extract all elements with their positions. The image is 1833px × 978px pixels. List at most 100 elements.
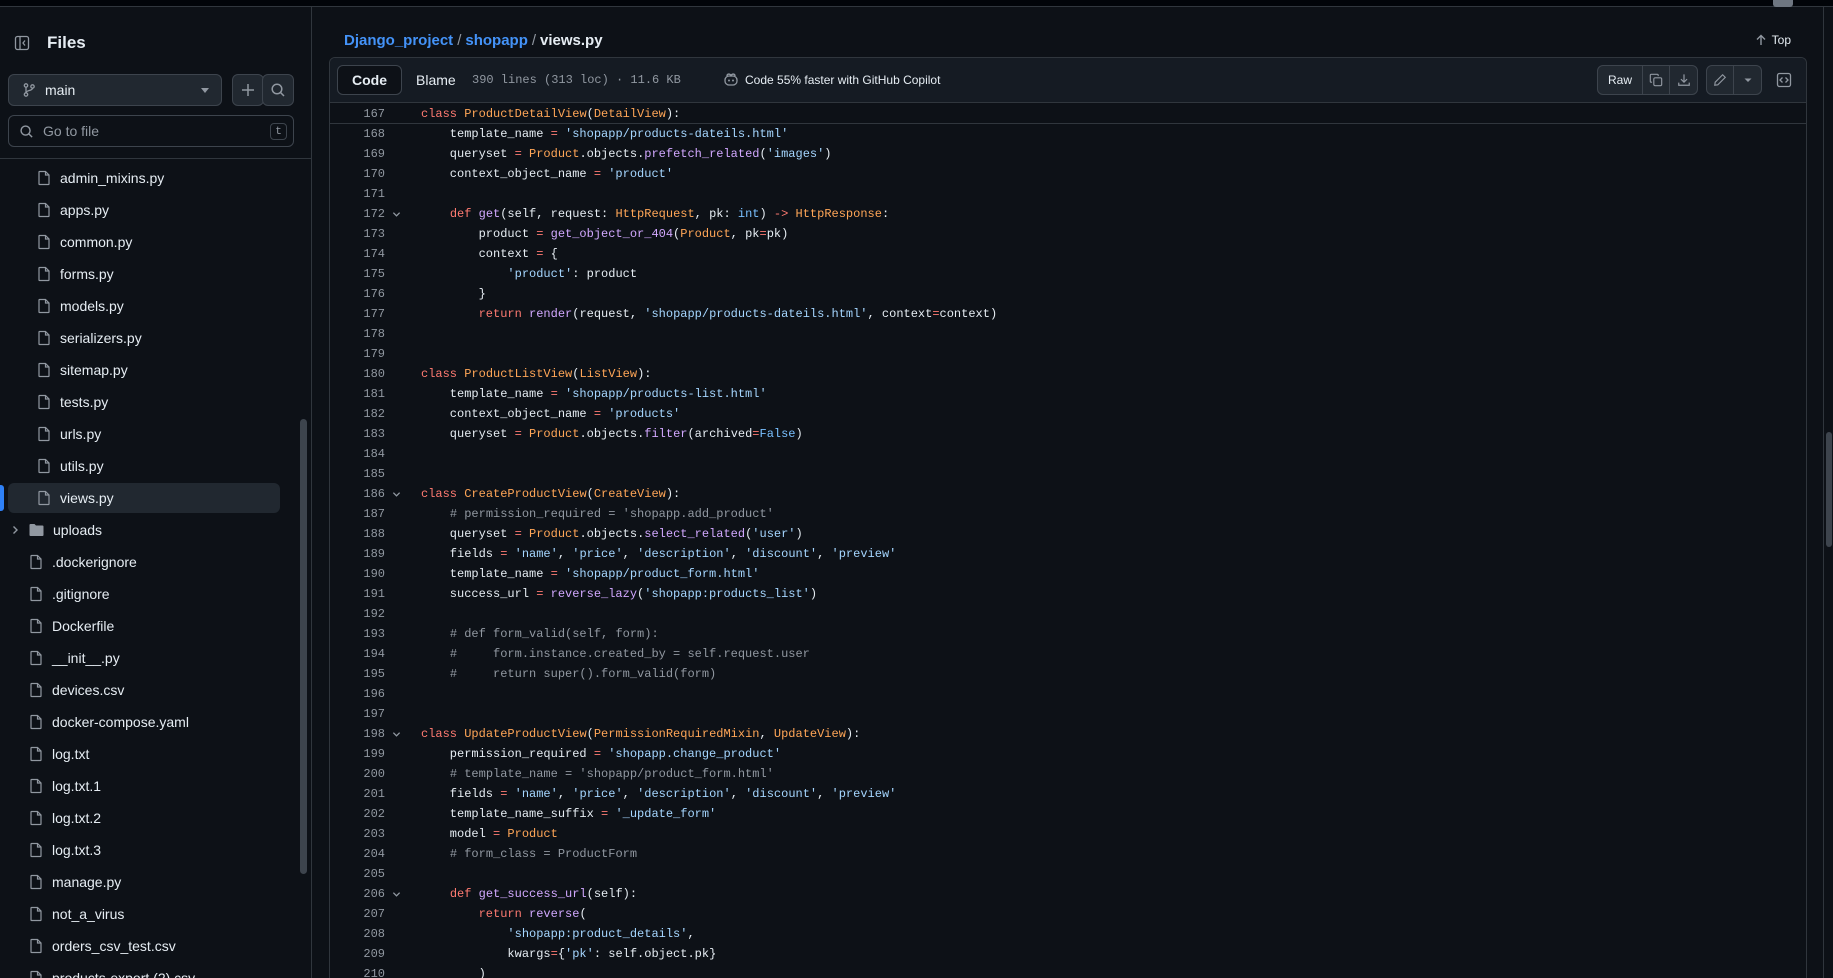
- line-number[interactable]: 204: [330, 844, 385, 864]
- copy-raw-button[interactable]: [1643, 66, 1670, 94]
- sidebar-scrollbar-thumb[interactable]: [300, 419, 307, 874]
- line-number[interactable]: 177: [330, 304, 385, 324]
- breadcrumb-dir-link[interactable]: shopapp: [465, 32, 528, 49]
- line-number[interactable]: 195: [330, 664, 385, 684]
- line-number[interactable]: 196: [330, 684, 385, 704]
- tree-file[interactable]: docker-compose.yaml: [8, 707, 280, 737]
- line-number[interactable]: 167: [330, 104, 385, 124]
- edit-more-button[interactable]: [1734, 66, 1761, 94]
- add-file-button[interactable]: [232, 74, 264, 106]
- line-number[interactable]: 184: [330, 444, 385, 464]
- line-number[interactable]: 181: [330, 384, 385, 404]
- line-number[interactable]: 172: [330, 204, 385, 224]
- line-number[interactable]: 173: [330, 224, 385, 244]
- line-number[interactable]: 203: [330, 824, 385, 844]
- tree-file[interactable]: orders_csv_test.csv: [8, 931, 280, 961]
- tree-file[interactable]: .dockerignore: [8, 547, 280, 577]
- tree-file[interactable]: log.txt.2: [8, 803, 280, 833]
- line-number[interactable]: 197: [330, 704, 385, 724]
- line-number[interactable]: 175: [330, 264, 385, 284]
- line-number[interactable]: 201: [330, 784, 385, 804]
- tree-file[interactable]: models.py: [8, 291, 280, 321]
- tree-file[interactable]: views.py: [8, 483, 280, 513]
- line-number[interactable]: 189: [330, 544, 385, 564]
- line-number[interactable]: 208: [330, 924, 385, 944]
- tree-file[interactable]: apps.py: [8, 195, 280, 225]
- line-number[interactable]: 180: [330, 364, 385, 384]
- line-number[interactable]: 193: [330, 624, 385, 644]
- line-number[interactable]: 176: [330, 284, 385, 304]
- line-number[interactable]: 183: [330, 424, 385, 444]
- line-number[interactable]: 170: [330, 164, 385, 184]
- line-number[interactable]: 174: [330, 244, 385, 264]
- line-number[interactable]: 206: [330, 884, 385, 904]
- line-number[interactable]: 182: [330, 404, 385, 424]
- tree-file[interactable]: manage.py: [8, 867, 280, 897]
- tree-file[interactable]: log.txt.1: [8, 771, 280, 801]
- tree-file[interactable]: Dockerfile: [8, 611, 280, 641]
- blame-tab[interactable]: Blame: [402, 65, 470, 95]
- line-number[interactable]: 205: [330, 864, 385, 884]
- page-scrollbar-thumb[interactable]: [1826, 432, 1832, 547]
- line-number[interactable]: 185: [330, 464, 385, 484]
- branch-selector[interactable]: main: [8, 74, 222, 106]
- line-number[interactable]: 191: [330, 584, 385, 604]
- tree-file[interactable]: urls.py: [8, 419, 280, 449]
- line-number[interactable]: 168: [330, 124, 385, 144]
- tree-file[interactable]: sitemap.py: [8, 355, 280, 385]
- code-line: 184: [330, 444, 1806, 464]
- page-scrollbar[interactable]: [1823, 7, 1833, 978]
- edit-file-button[interactable]: [1707, 66, 1734, 94]
- code-text: # permission_required = 'shopapp.add_pro…: [449, 507, 774, 521]
- line-number[interactable]: 199: [330, 744, 385, 764]
- tree-file[interactable]: .gitignore: [8, 579, 280, 609]
- line-number[interactable]: 186: [330, 484, 385, 504]
- tree-file[interactable]: __init__.py: [8, 643, 280, 673]
- tree-file[interactable]: admin_mixins.py: [8, 163, 280, 193]
- tree-file[interactable]: tests.py: [8, 387, 280, 417]
- go-to-file-input[interactable]: Go to file t: [8, 115, 294, 147]
- line-number[interactable]: 192: [330, 604, 385, 624]
- line-number[interactable]: 178: [330, 324, 385, 344]
- code-line: 190 template_name = 'shopapp/product_for…: [330, 564, 1806, 584]
- tree-folder[interactable]: uploads: [8, 515, 280, 545]
- line-number[interactable]: 171: [330, 184, 385, 204]
- tree-file[interactable]: common.py: [8, 227, 280, 257]
- line-number[interactable]: 207: [330, 904, 385, 924]
- copilot-promo[interactable]: Code 55% faster with GitHub Copilot: [723, 72, 940, 88]
- line-number[interactable]: 190: [330, 564, 385, 584]
- line-number[interactable]: 187: [330, 504, 385, 524]
- line-number[interactable]: 169: [330, 144, 385, 164]
- line-number[interactable]: 194: [330, 644, 385, 664]
- symbols-panel-button[interactable]: [1770, 65, 1798, 95]
- tree-file[interactable]: log.txt.3: [8, 835, 280, 865]
- breadcrumb-repo-link[interactable]: Django_project: [344, 32, 453, 49]
- line-number[interactable]: 202: [330, 804, 385, 824]
- top-button[interactable]: Top: [1755, 33, 1791, 47]
- download-button[interactable]: [1670, 66, 1697, 94]
- fold-chevron-icon[interactable]: [392, 210, 401, 219]
- file-icon: [30, 906, 42, 922]
- raw-button[interactable]: Raw: [1598, 66, 1643, 94]
- line-number[interactable]: 209: [330, 944, 385, 964]
- tree-file[interactable]: serializers.py: [8, 323, 280, 353]
- search-code-button[interactable]: [262, 74, 294, 106]
- tree-file[interactable]: forms.py: [8, 259, 280, 289]
- line-number[interactable]: 179: [330, 344, 385, 364]
- fold-chevron-icon[interactable]: [392, 490, 401, 499]
- line-number[interactable]: 200: [330, 764, 385, 784]
- chevron-right-icon[interactable]: [10, 525, 20, 535]
- tree-file[interactable]: not_a_virus: [8, 899, 280, 929]
- line-number[interactable]: 198: [330, 724, 385, 744]
- fold-chevron-icon[interactable]: [392, 890, 401, 899]
- line-number[interactable]: 188: [330, 524, 385, 544]
- collapse-sidebar-button[interactable]: [9, 30, 35, 56]
- tree-file[interactable]: products-export (2).csv: [8, 963, 280, 978]
- tree-file[interactable]: utils.py: [8, 451, 280, 481]
- code-tab[interactable]: Code: [337, 65, 402, 95]
- tree-file[interactable]: log.txt: [8, 739, 280, 769]
- fold-chevron-icon[interactable]: [392, 730, 401, 739]
- line-number[interactable]: 210: [330, 964, 385, 978]
- code-text: queryset = Product.objects.select_relate…: [421, 527, 803, 541]
- tree-file[interactable]: devices.csv: [8, 675, 280, 705]
